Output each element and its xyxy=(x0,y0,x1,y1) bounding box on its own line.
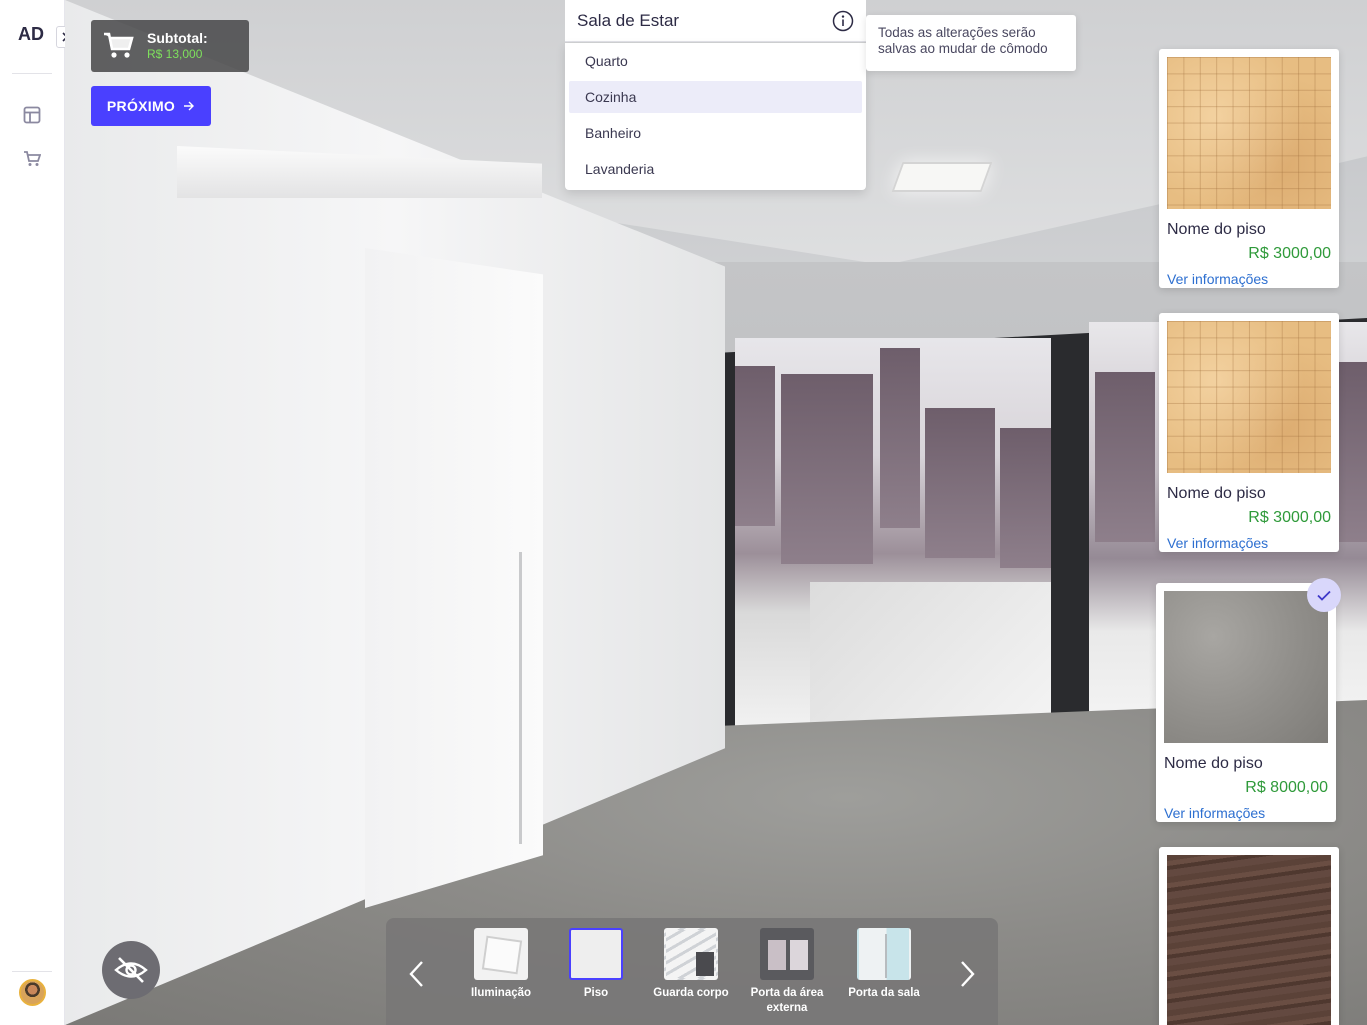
checkmark-icon xyxy=(1317,590,1331,601)
product-card[interactable] xyxy=(1159,847,1339,1025)
chevron-right-icon xyxy=(961,961,975,987)
category-porta-area-externa[interactable]: Porta da área externa xyxy=(744,928,830,1016)
subtotal-label: Subtotal: xyxy=(147,30,208,46)
subtotal-panel[interactable]: Subtotal: R$ 13,000 xyxy=(91,20,249,72)
balcony-floor xyxy=(810,582,1051,730)
category-next-button[interactable] xyxy=(953,954,983,994)
door-handle xyxy=(519,552,522,844)
product-card[interactable]: Nome do piso R$ 3000,00 Ver informações xyxy=(1159,49,1339,288)
category-label: Porta da área externa xyxy=(750,987,824,1014)
toggle-visibility-button[interactable] xyxy=(102,941,160,999)
product-price: R$ 3000,00 xyxy=(1248,509,1331,526)
product-name: Nome do piso xyxy=(1167,485,1266,502)
product-card[interactable]: Nome do piso R$ 3000,00 Ver informações xyxy=(1159,313,1339,552)
room-option-lavanderia[interactable]: Lavanderia xyxy=(569,153,862,185)
selected-check-badge xyxy=(1307,578,1341,612)
room-select-value: Sala de Estar xyxy=(577,10,680,30)
ceiling-light-thumb xyxy=(474,928,528,980)
category-label: Piso xyxy=(583,987,609,999)
room-dropdown-menu: Quarto Cozinha Banheiro Lavanderia xyxy=(565,43,866,190)
left-rail: AD xyxy=(0,0,73,1025)
layout-nav-button[interactable] xyxy=(21,104,43,126)
user-avatar[interactable] xyxy=(19,979,46,1006)
product-thumbnail xyxy=(1164,591,1328,743)
subtotal-value: R$ 13,000 xyxy=(147,47,203,61)
save-tooltip: Todas as alterações serão salvas ao muda… xyxy=(866,15,1076,71)
product-card-selected[interactable]: Nome do piso R$ 8000,00 Ver informações xyxy=(1156,583,1336,822)
cart-nav-button[interactable] xyxy=(21,148,43,170)
product-info-link[interactable]: Ver informações xyxy=(1164,805,1265,821)
rail-divider xyxy=(12,73,52,74)
product-thumbnail xyxy=(1167,57,1331,209)
arrow-right-icon xyxy=(184,101,195,111)
glass-railing-thumb xyxy=(664,928,718,980)
category-porta-sala[interactable]: Porta da sala xyxy=(841,928,927,1001)
eye-off-icon xyxy=(114,957,148,983)
category-piso[interactable]: Piso xyxy=(553,928,639,1001)
balcony-door-thumb xyxy=(760,928,814,980)
category-label: Iluminação xyxy=(470,987,532,999)
cart-icon xyxy=(24,151,41,166)
sliding-door xyxy=(365,248,543,908)
product-name: Nome do piso xyxy=(1167,221,1266,238)
product-price: R$ 3000,00 xyxy=(1248,245,1331,262)
category-prev-button[interactable] xyxy=(401,954,431,994)
product-thumbnail xyxy=(1167,855,1331,1025)
product-info-link[interactable]: Ver informações xyxy=(1167,535,1268,551)
room-option-banheiro[interactable]: Banheiro xyxy=(569,117,862,149)
room-option-cozinha[interactable]: Cozinha xyxy=(569,81,862,113)
info-icon[interactable] xyxy=(832,10,854,32)
cart-icon xyxy=(104,32,134,58)
rail-divider-bottom xyxy=(12,971,52,972)
room-select[interactable]: Sala de Estar xyxy=(565,0,866,42)
category-iluminacao[interactable]: Iluminação xyxy=(458,928,544,1001)
ceiling-light xyxy=(891,162,993,192)
category-label: Guarda corpo xyxy=(653,987,729,999)
product-thumbnail xyxy=(1167,321,1331,473)
category-bar: Iluminação Piso Guarda corpo Porta da ár… xyxy=(386,918,998,1025)
product-info-link[interactable]: Ver informações xyxy=(1167,271,1268,287)
wood-floor-thumb xyxy=(569,928,623,980)
room-option-quarto[interactable]: Quarto xyxy=(569,45,862,77)
next-button[interactable]: PRÓXIMO xyxy=(91,86,211,126)
category-guarda-corpo[interactable]: Guarda corpo xyxy=(648,928,734,1001)
room-door-thumb xyxy=(857,928,911,980)
product-price: R$ 8000,00 xyxy=(1245,779,1328,796)
chevron-left-icon xyxy=(409,961,423,987)
layout-icon xyxy=(23,106,41,124)
next-button-label: PRÓXIMO xyxy=(106,98,176,114)
app-logo: AD xyxy=(18,24,44,44)
product-name: Nome do piso xyxy=(1164,755,1263,772)
category-label: Porta da sala xyxy=(848,987,920,999)
